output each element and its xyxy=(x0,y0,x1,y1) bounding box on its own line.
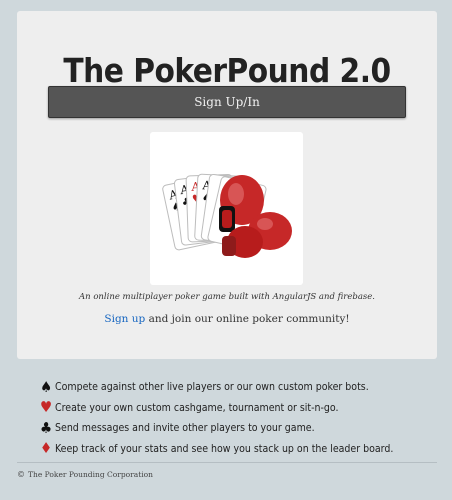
club-icon: ♣ xyxy=(39,418,53,437)
spade-icon: ♠ xyxy=(39,377,53,396)
copyright-icon: © xyxy=(17,470,25,479)
sign-up-in-button[interactable]: Sign Up/In xyxy=(48,86,406,118)
feature-item: ♦ Keep track of your stats and see how y… xyxy=(38,439,438,460)
feature-item: ♠ Compete against other live players or … xyxy=(38,377,438,398)
feature-text: Keep track of your stats and see how you… xyxy=(55,442,394,455)
sign-up-link[interactable]: Sign up xyxy=(104,313,145,325)
heart-icon: ♥ xyxy=(39,398,53,417)
footer: © The Poker Pounding Corporation xyxy=(17,470,153,479)
join-text: and join our online poker community! xyxy=(145,313,350,325)
feature-item: ♥ Create your own custom cashgame, tourn… xyxy=(38,398,438,419)
poker-boxing-illustration: A ♠ A ♣ A ♥ A ♠ xyxy=(162,173,292,258)
feature-item: ♣ Send messages and invite other players… xyxy=(38,418,438,439)
feature-text: Compete against other live players or ou… xyxy=(55,381,369,394)
hero-card: The PokerPound 2.0 Sign Up/In A ♠ A ♣ A … xyxy=(17,11,437,359)
diamond-icon: ♦ xyxy=(39,439,53,458)
footer-text: The Poker Pounding Corporation xyxy=(28,470,153,479)
feature-list: ♠ Compete against other live players or … xyxy=(38,377,438,459)
footer-divider xyxy=(17,462,437,463)
feature-text: Send messages and invite other players t… xyxy=(55,422,315,435)
feature-text: Create your own custom cashgame, tournam… xyxy=(55,401,339,414)
hero-image: A ♠ A ♣ A ♥ A ♠ xyxy=(150,132,303,285)
page-title: The PokerPound 2.0 xyxy=(63,51,391,90)
join-line: Sign up and join our online poker commun… xyxy=(17,313,437,325)
tagline: An online multiplayer poker game built w… xyxy=(79,292,375,302)
